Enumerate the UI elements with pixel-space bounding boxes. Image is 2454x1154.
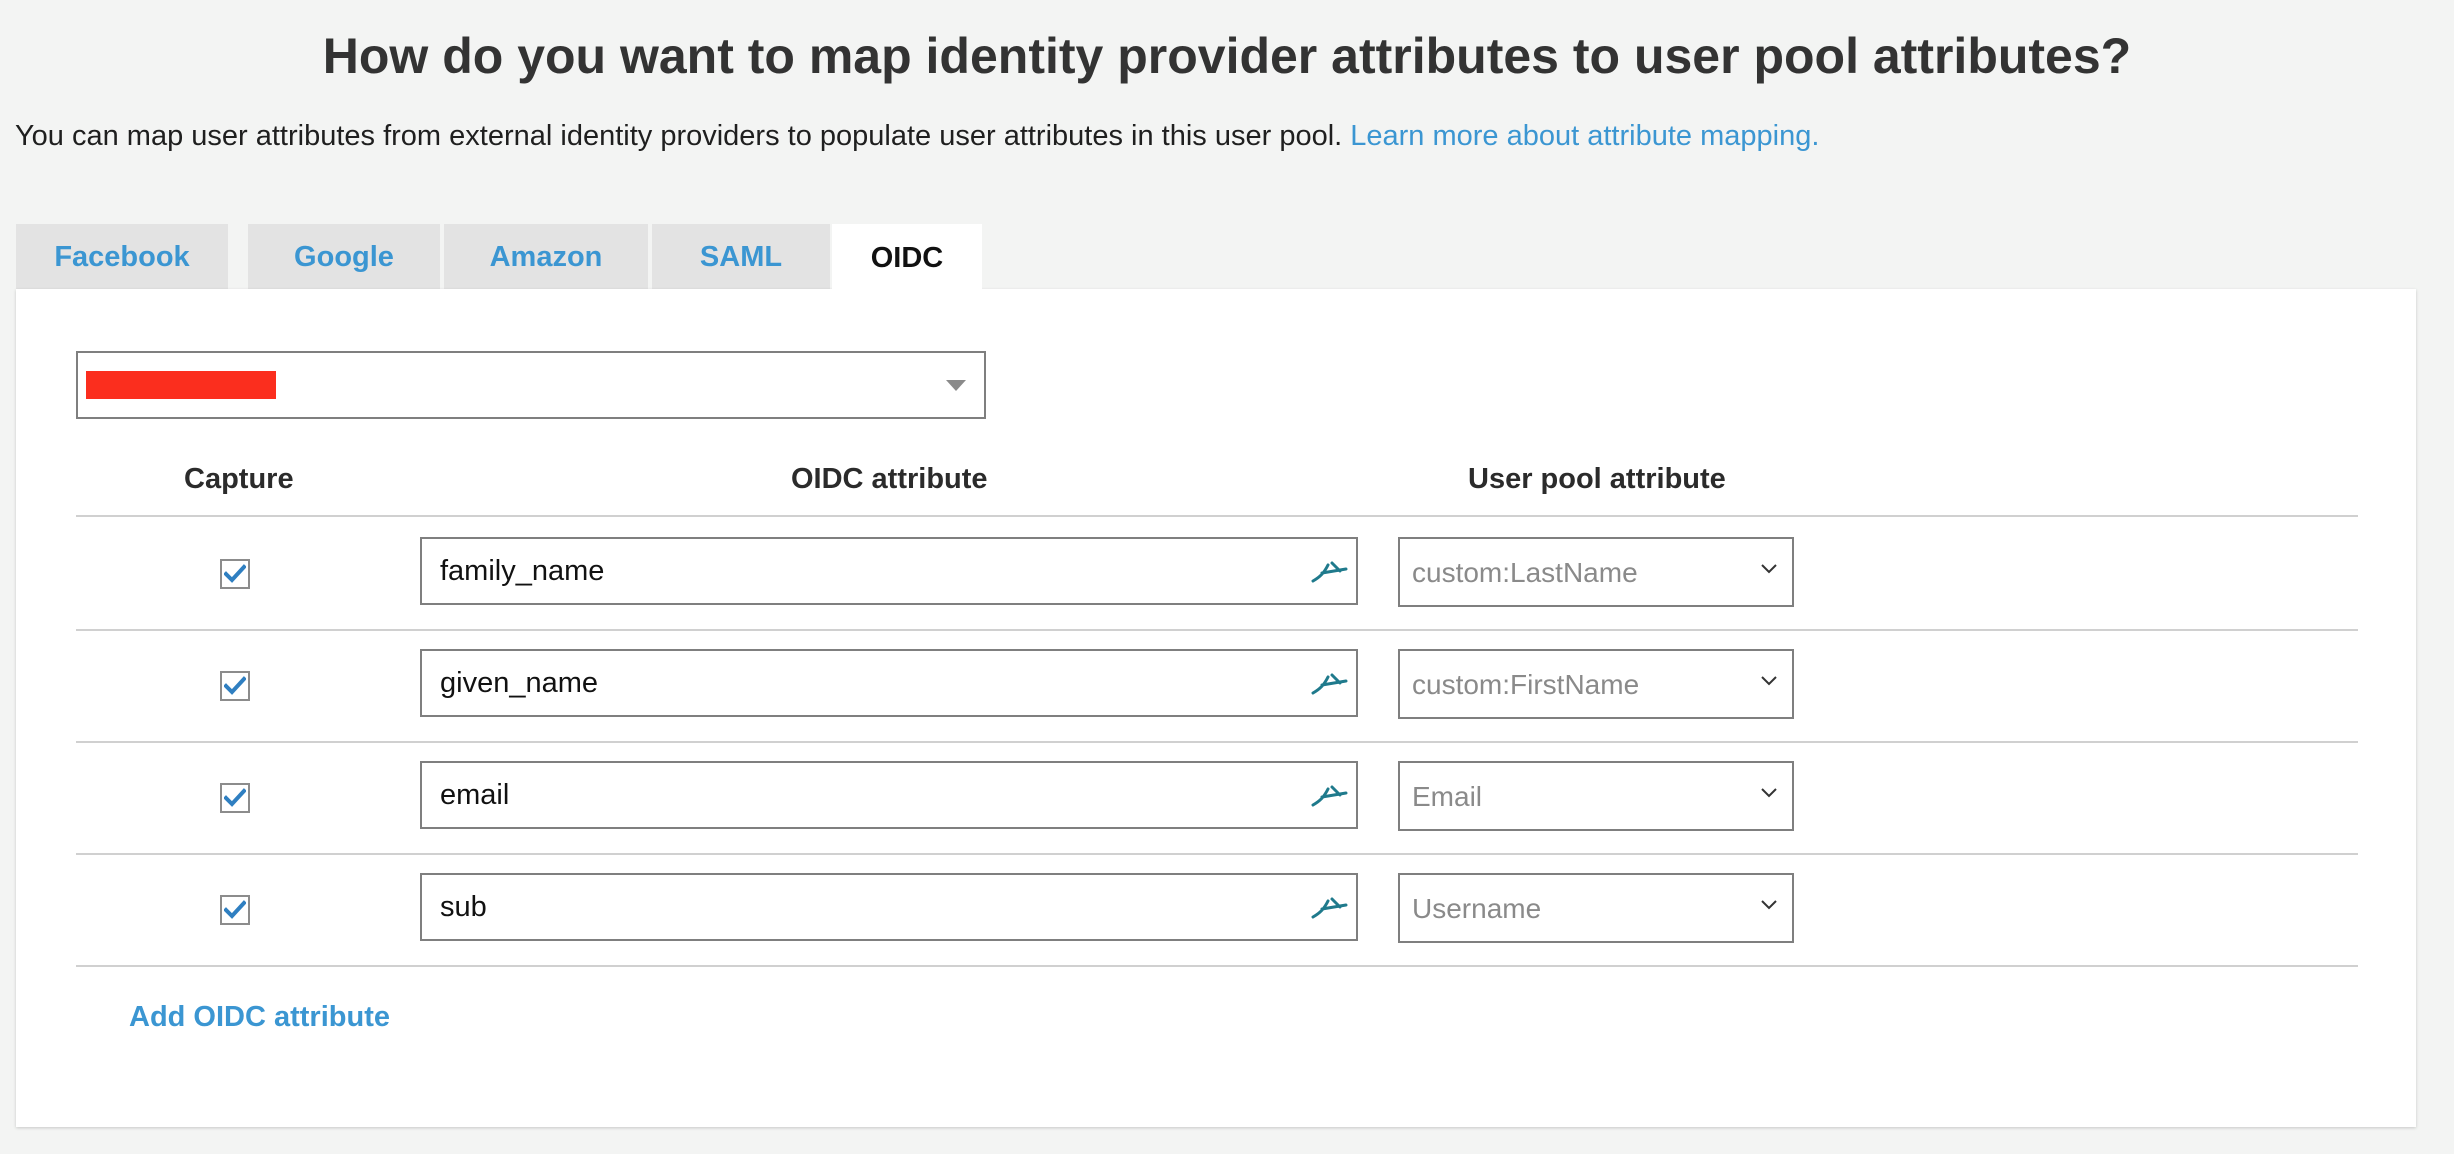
user-pool-attribute-value: Email [1412, 781, 1483, 812]
checkmark-icon [224, 676, 246, 695]
oidc-attribute-input[interactable] [440, 773, 1260, 817]
tab-facebook[interactable]: Facebook [16, 224, 228, 290]
caret-down-icon [946, 380, 966, 391]
chevron-down-icon [1761, 676, 1777, 686]
learn-more-link[interactable]: Learn more about attribute mapping. [1350, 120, 1819, 152]
page-title: How do you want to map identity provider… [322, 28, 2132, 84]
chevron-down-icon [1761, 564, 1777, 574]
capture-checkbox[interactable] [220, 783, 250, 813]
oidc-attribute-input[interactable] [440, 549, 1260, 593]
capture-checkbox[interactable] [220, 559, 250, 589]
oidc-attribute-input[interactable] [440, 885, 1260, 929]
user-pool-attribute-select[interactable]: Username [1398, 873, 1794, 943]
pencil-edit-icon[interactable] [1310, 669, 1350, 699]
checkmark-icon [224, 900, 246, 919]
oidc-attribute-field[interactable] [420, 873, 1358, 941]
oidc-attribute-input[interactable] [440, 661, 1260, 705]
pencil-edit-icon[interactable] [1310, 557, 1350, 587]
oidc-attribute-field[interactable] [420, 537, 1358, 605]
row-divider [76, 965, 2358, 967]
intro-text: You can map user attributes from externa… [15, 120, 1343, 152]
checkmark-icon [224, 788, 246, 807]
table-row: Username [16, 853, 2416, 965]
oidc-attribute-column-header: OIDC attribute [791, 463, 988, 495]
table-row: custom:FirstName [16, 629, 2416, 741]
oidc-attribute-field[interactable] [420, 649, 1358, 717]
tab-saml[interactable]: SAML [652, 224, 830, 290]
user-pool-attribute-select[interactable]: Email [1398, 761, 1794, 831]
capture-checkbox[interactable] [220, 671, 250, 701]
table-row: Email [16, 741, 2416, 853]
redacted-provider-name [86, 371, 276, 399]
attribute-mapping-panel: Capture OIDC attribute User pool attribu… [16, 289, 2416, 1127]
oidc-provider-select[interactable] [76, 351, 986, 419]
tab-amazon[interactable]: Amazon [444, 224, 648, 290]
capture-column-header: Capture [184, 463, 294, 495]
user-pool-attribute-select[interactable]: custom:FirstName [1398, 649, 1794, 719]
tab-oidc[interactable]: OIDC [832, 224, 982, 292]
chevron-down-icon [1761, 788, 1777, 798]
pencil-edit-icon[interactable] [1310, 781, 1350, 811]
chevron-down-icon [1761, 900, 1777, 910]
user-pool-attribute-value: custom:LastName [1412, 557, 1638, 588]
oidc-attribute-field[interactable] [420, 761, 1358, 829]
pencil-edit-icon[interactable] [1310, 893, 1350, 923]
table-row: custom:LastName [16, 517, 2416, 629]
user-pool-attribute-column-header: User pool attribute [1468, 463, 1726, 495]
intro-paragraph: You can map user attributes from externa… [15, 116, 1819, 156]
checkmark-icon [224, 564, 246, 583]
user-pool-attribute-select[interactable]: custom:LastName [1398, 537, 1794, 607]
user-pool-attribute-value: Username [1412, 893, 1542, 924]
tab-google[interactable]: Google [248, 224, 440, 290]
add-oidc-attribute-link[interactable]: Add OIDC attribute [129, 999, 390, 1035]
capture-checkbox[interactable] [220, 895, 250, 925]
user-pool-attribute-value: custom:FirstName [1412, 669, 1640, 700]
